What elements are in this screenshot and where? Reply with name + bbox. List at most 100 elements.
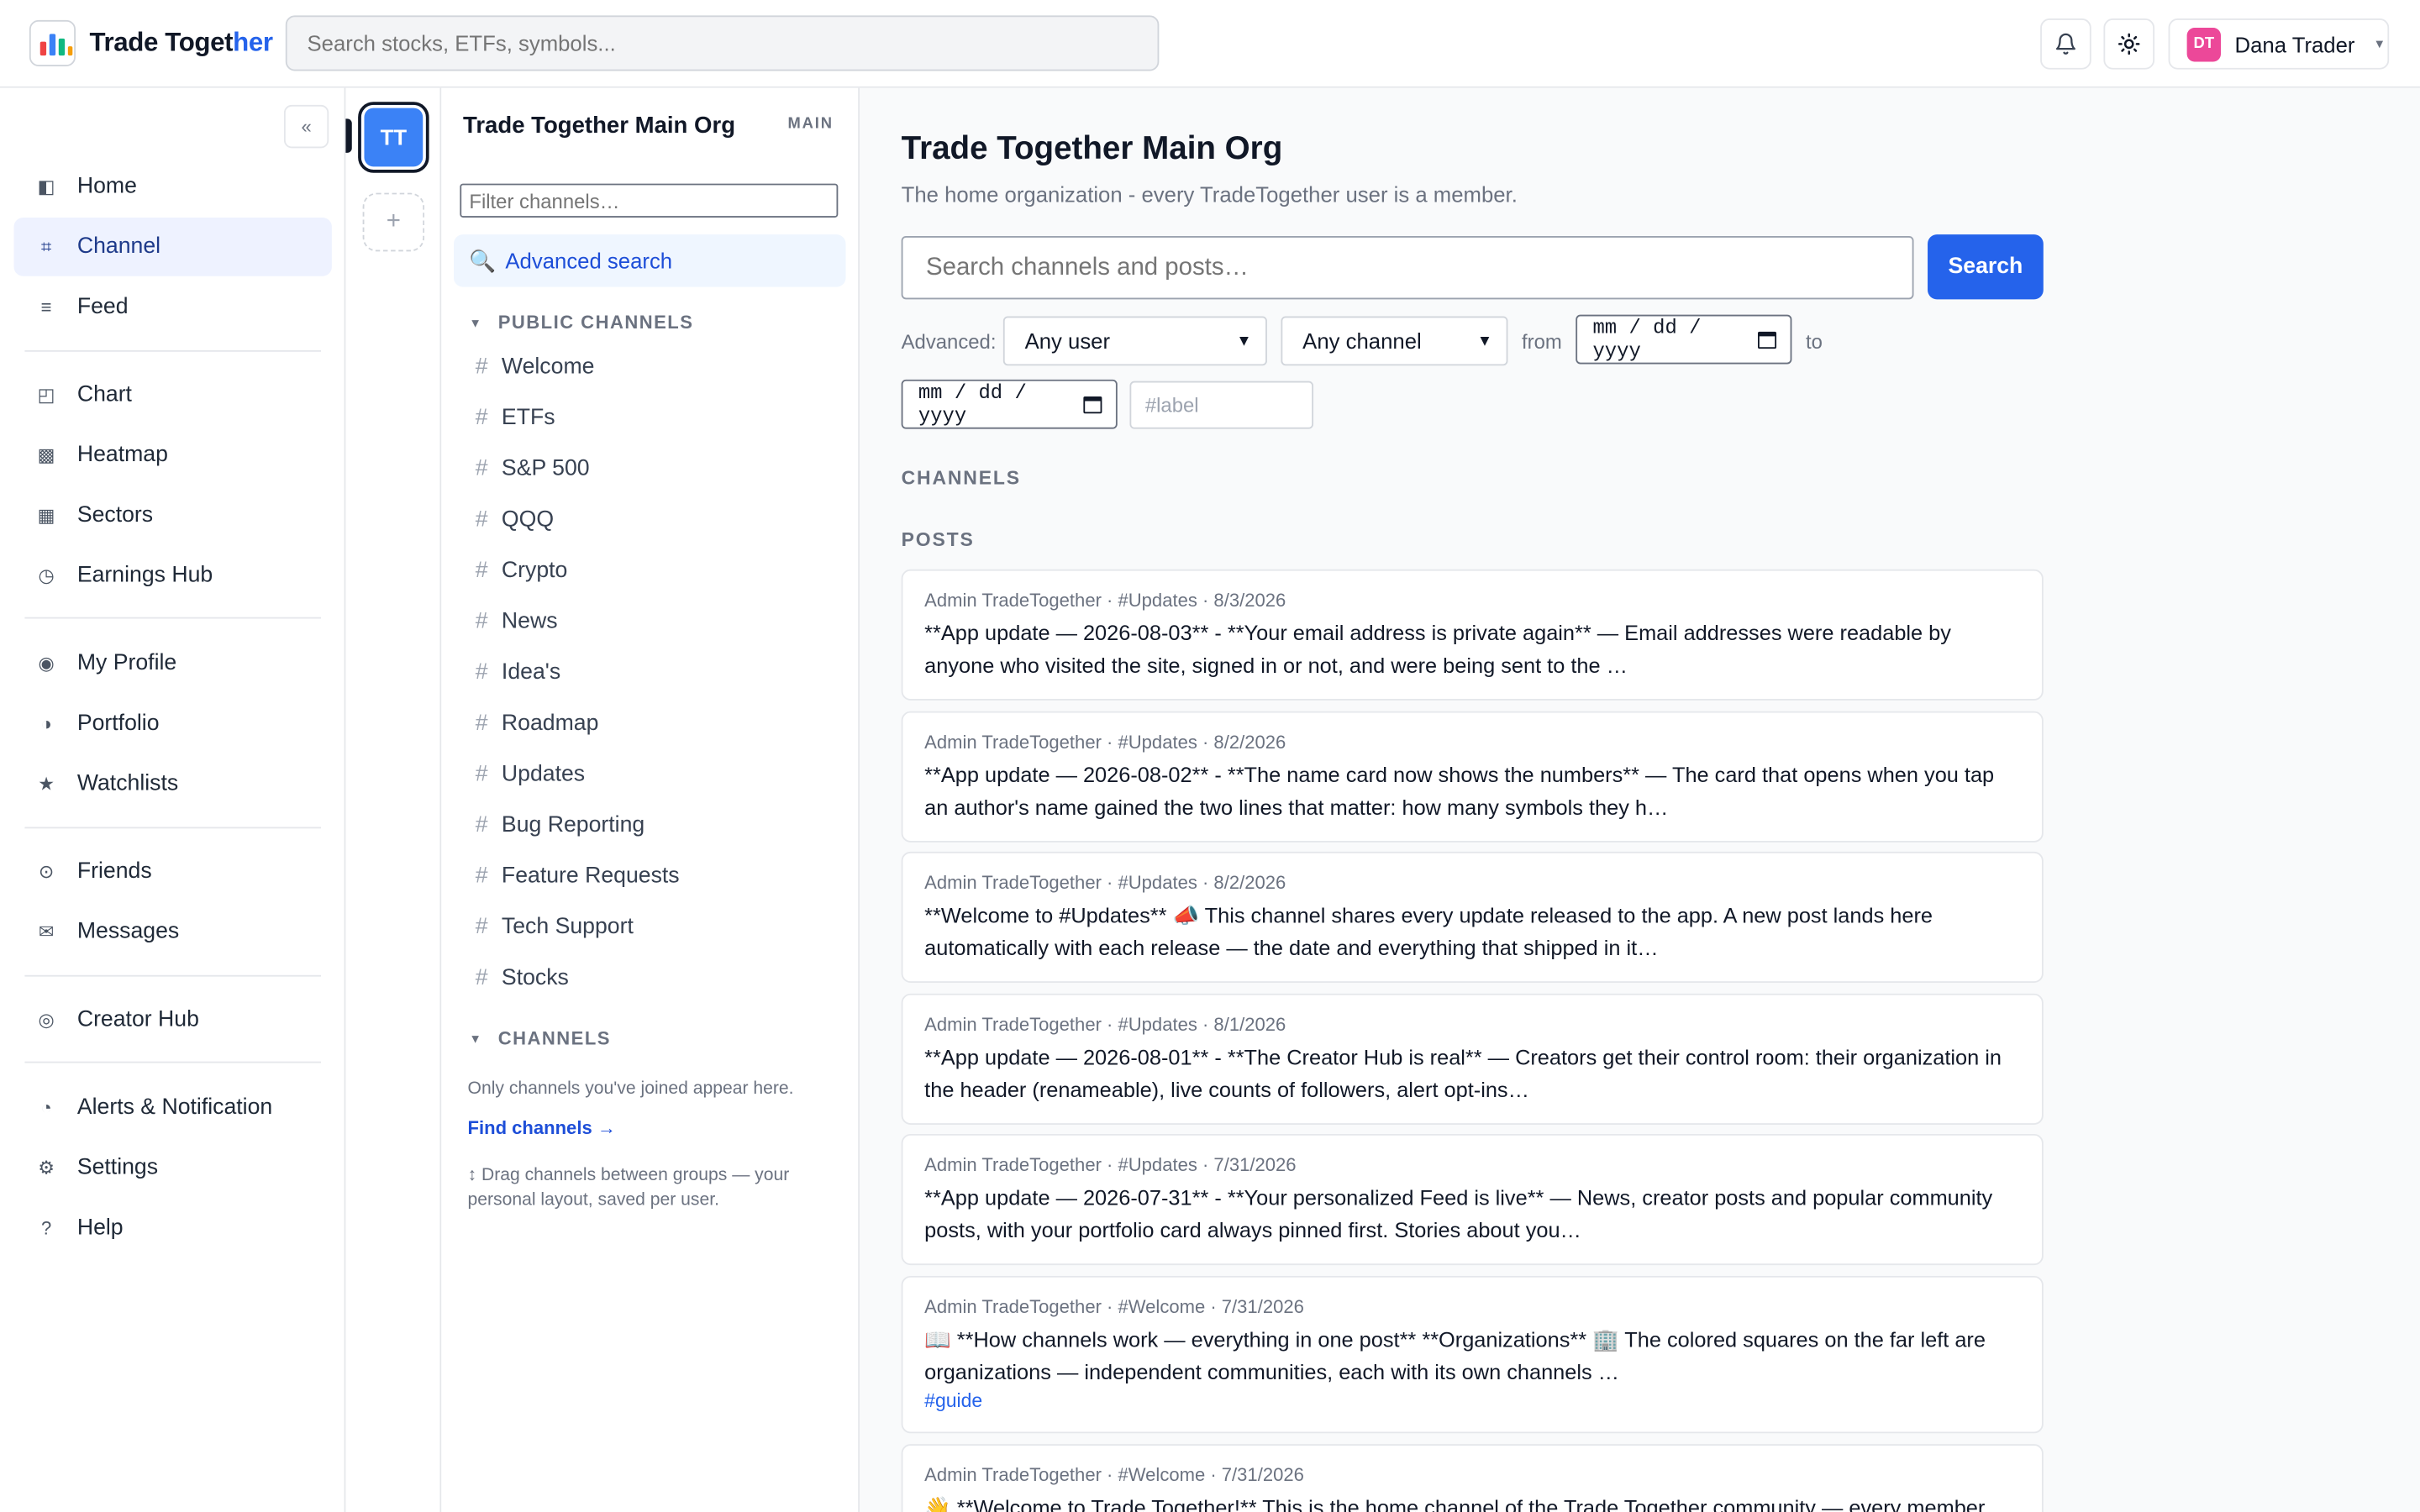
sidebar-item-my-profile[interactable]: ◉ My Profile: [14, 634, 332, 693]
channel-item[interactable]: # Crypto: [476, 559, 568, 583]
channel-item[interactable]: # QQQ: [476, 507, 554, 532]
post-card[interactable]: Admin TradeTogether · #Welcome · 7/31/20…: [901, 1444, 2044, 1512]
post-tag[interactable]: #guide: [924, 1390, 2020, 1412]
heatmap-icon: ▩: [37, 444, 55, 466]
global-search-input[interactable]: [285, 15, 1160, 71]
sidebar-item-watchlists[interactable]: ★ Watchlists: [14, 754, 332, 813]
sidebar-item-alerts[interactable]: ◔ Alerts & Notification: [14, 1079, 332, 1137]
chevron-down-icon: ▼: [469, 1031, 483, 1046]
channels-group-header[interactable]: ▼ CHANNELS: [469, 1027, 611, 1049]
channel-item[interactable]: # Tech Support: [476, 915, 634, 939]
sidebar-item-earnings-hub[interactable]: ◷ Earnings Hub: [14, 546, 332, 605]
notifications-button[interactable]: [2040, 18, 2091, 70]
advanced-label: Advanced:: [901, 330, 997, 354]
sidebar-item-feed[interactable]: ≡ Feed: [14, 278, 332, 337]
post-excerpt: 👋 **Welcome to Trade Together!** This is…: [924, 1496, 1986, 1512]
org-tile-main[interactable]: TT: [358, 102, 429, 173]
post-excerpt: **App update — 2026-08-03** - **Your ema…: [924, 622, 1951, 678]
sidebar-item-channel[interactable]: ⌗ Channel: [13, 217, 332, 276]
org-name: Trade Together Main Org: [463, 113, 736, 139]
active-org-indicator: [345, 118, 352, 153]
advanced-search-link[interactable]: 🔍 Advanced search: [453, 234, 846, 287]
label-filter-input[interactable]: #label: [1129, 381, 1314, 429]
hash-icon: #: [475, 354, 488, 380]
sidebar-item-chart[interactable]: ◰ Chart: [14, 365, 332, 424]
page-subtitle: The home organization - every TradeToget…: [901, 181, 1518, 207]
channel-item[interactable]: # S&P 500: [476, 457, 590, 481]
sidebar: « ◧ Home ⌗ Channel ≡ Feed ◰ Chart ▩ Heatmap ▦…: [0, 87, 346, 1512]
main-content: Trade Together Main Org The home organiz…: [860, 87, 2420, 1512]
calendar-icon: [1758, 330, 1777, 349]
channel-post-search-input[interactable]: [901, 236, 1914, 300]
hash-icon: #: [475, 609, 488, 634]
post-excerpt: **Welcome to #Updates** 📣 This channel s…: [924, 904, 1933, 960]
user-name: Dana Trader: [2234, 31, 2355, 57]
channel-item[interactable]: # Feature Requests: [476, 864, 680, 889]
sidebar-divider: [24, 827, 322, 829]
sidebar-item-creator-hub[interactable]: ◎ Creator Hub: [14, 990, 332, 1049]
from-date-input[interactable]: mm / dd / yyyy: [1576, 314, 1792, 365]
channel-item[interactable]: # Welcome: [476, 354, 595, 379]
collapse-sidebar-button[interactable]: «: [283, 104, 329, 149]
channel-filter-input[interactable]: [460, 183, 839, 218]
chart-icon: ◰: [37, 384, 55, 407]
gear-icon: ⚙: [38, 1157, 55, 1179]
find-channels-link[interactable]: Find channels →: [468, 1117, 616, 1139]
alert-icon: ◔: [40, 1096, 52, 1119]
sidebar-item-settings[interactable]: ⚙ Settings: [14, 1138, 332, 1197]
sidebar-item-home[interactable]: ◧ Home: [14, 157, 332, 216]
post-excerpt: **App update — 2026-08-02** - **The name…: [924, 764, 1995, 820]
mail-icon: ✉: [38, 921, 55, 943]
user-select[interactable]: Any user ▼: [1002, 316, 1267, 366]
post-meta: Admin TradeTogether · #Updates · 7/31/20…: [924, 1153, 1297, 1176]
post-card[interactable]: Admin TradeTogether · #Updates · 7/31/20…: [901, 1133, 2044, 1266]
theme-toggle-button[interactable]: [2103, 18, 2155, 70]
channel-item[interactable]: # ETFs: [476, 406, 555, 430]
sidebar-item-messages[interactable]: ✉ Messages: [14, 902, 332, 961]
post-excerpt: **App update — 2026-07-31** - **Your per…: [924, 1186, 1993, 1242]
channel-item[interactable]: # Updates: [476, 762, 585, 786]
sidebar-item-portfolio[interactable]: ◑ Portfolio: [14, 695, 332, 753]
post-card[interactable]: Admin TradeTogether · #Welcome · 7/31/20…: [901, 1275, 2044, 1434]
public-channels-header[interactable]: ▼ PUBLIC CHANNELS: [469, 312, 693, 333]
post-meta: Admin TradeTogether · #Updates · 8/3/202…: [924, 589, 1286, 612]
logo-icon[interactable]: [29, 19, 76, 66]
target-icon: ◎: [38, 1009, 55, 1031]
hash-icon: #: [475, 406, 488, 431]
to-label: to: [1805, 330, 1823, 354]
post-card[interactable]: Admin TradeTogether · #Updates · 8/1/202…: [901, 993, 2044, 1125]
sidebar-item-friends[interactable]: ⊙ Friends: [14, 843, 332, 901]
to-date-input[interactable]: mm / dd / yyyy: [901, 379, 1118, 429]
org-badge: MAIN: [787, 115, 834, 133]
channel-item[interactable]: # Stocks: [476, 966, 569, 990]
user-menu-button[interactable]: DT Dana Trader ▼: [2168, 18, 2390, 70]
calendar-icon: [1083, 396, 1102, 413]
post-card[interactable]: Admin TradeTogether · #Updates · 8/2/202…: [901, 851, 2044, 983]
channel-panel: Trade Together Main Org MAIN 🔍Advanced s…: [441, 87, 860, 1512]
channel-item[interactable]: # Bug Reporting: [476, 813, 644, 837]
channel-item[interactable]: # News: [476, 609, 558, 633]
channel-item[interactable]: # Roadmap: [476, 711, 599, 736]
hash-icon: #: [475, 915, 488, 940]
sidebar-item-heatmap[interactable]: ▩ Heatmap: [14, 426, 332, 485]
post-card[interactable]: Admin TradeTogether · #Updates · 8/3/202…: [901, 569, 2044, 701]
brand-name[interactable]: Trade Together: [90, 28, 273, 59]
search-button[interactable]: Search: [1928, 234, 2044, 300]
chevron-down-icon: ▼: [1476, 332, 1493, 350]
add-organization-button[interactable]: +: [362, 192, 425, 252]
post-card[interactable]: Admin TradeTogether · #Updates · 8/2/202…: [901, 711, 2044, 843]
hash-icon: #: [475, 660, 488, 685]
channel-select[interactable]: Any channel ▼: [1281, 316, 1508, 366]
grid-icon: ▦: [37, 504, 55, 527]
organization-rail: TT +: [345, 87, 442, 1512]
hash-icon: #: [475, 965, 488, 991]
chevron-down-icon: ▼: [469, 315, 483, 330]
page-title: Trade Together Main Org: [901, 131, 1283, 167]
sidebar-divider: [24, 617, 322, 619]
channel-item[interactable]: # Idea's: [476, 660, 560, 685]
sidebar-item-sectors[interactable]: ▦ Sectors: [14, 486, 332, 545]
post-meta: Admin TradeTogether · #Updates · 8/1/202…: [924, 1013, 1286, 1036]
sidebar-item-help[interactable]: ? Help: [14, 1199, 332, 1257]
hash-icon: #: [475, 456, 488, 482]
post-excerpt: 📖 **How channels work — everything in on…: [924, 1328, 1986, 1384]
